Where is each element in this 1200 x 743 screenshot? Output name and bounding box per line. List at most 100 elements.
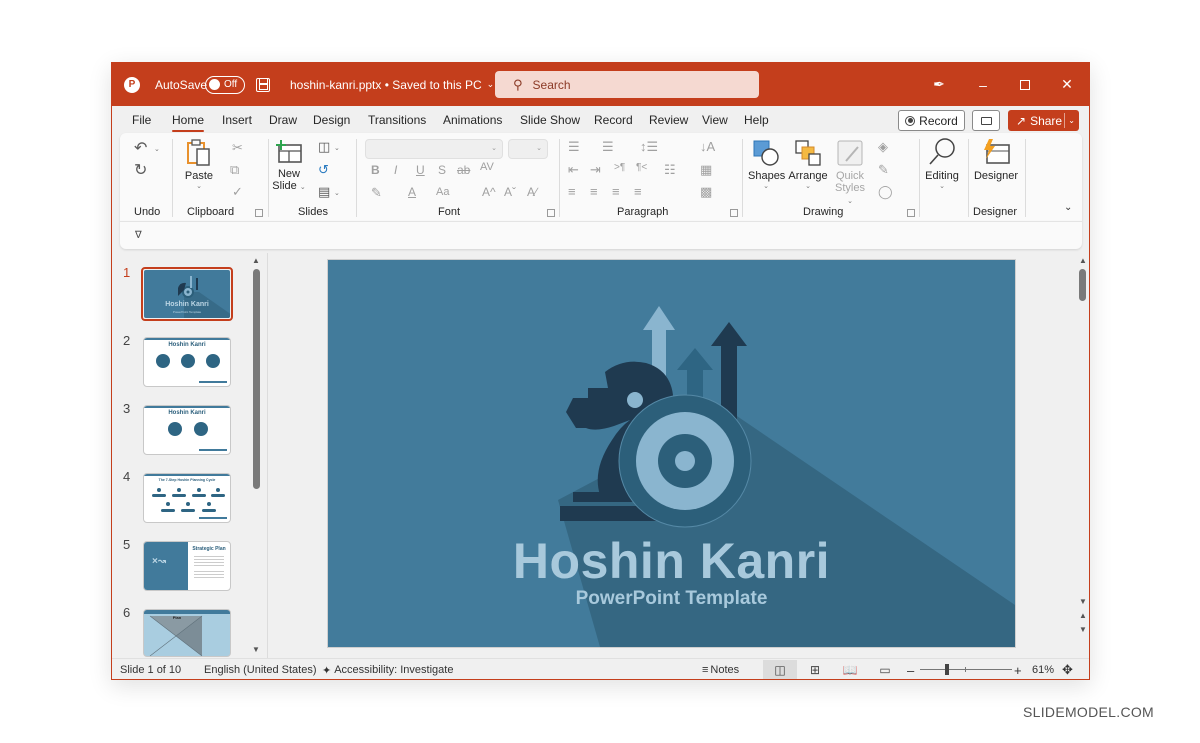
align-text-icon[interactable]: ▦ bbox=[700, 163, 712, 176]
tab-record[interactable]: Record bbox=[594, 106, 633, 133]
comments-button[interactable] bbox=[972, 110, 1000, 131]
shrink-font-button[interactable]: Aˇ bbox=[504, 186, 516, 198]
scroll-down-icon[interactable]: ▼ bbox=[1079, 597, 1087, 606]
editing-button[interactable]: Editing ⌄ bbox=[921, 137, 963, 190]
shapes-button[interactable]: Shapes ⌄ bbox=[748, 139, 785, 190]
slide-title[interactable]: Hoshin Kanri bbox=[328, 532, 1015, 590]
maximize-button[interactable] bbox=[1004, 63, 1046, 106]
rtl-icon[interactable]: ¶< bbox=[636, 163, 647, 173]
slide-canvas[interactable]: Hoshin Kanri PowerPoint Template bbox=[328, 260, 1015, 647]
dialog-launcher-icon[interactable] bbox=[730, 209, 738, 217]
clear-formatting-icon[interactable]: A∕ bbox=[527, 186, 537, 198]
zoom-slider-knob[interactable] bbox=[945, 664, 949, 675]
new-slide-button[interactable]: New Slide ⌄ bbox=[272, 139, 306, 192]
language-indicator[interactable]: English (United States) bbox=[204, 659, 317, 679]
decrease-indent-icon[interactable]: ⇤ bbox=[568, 163, 579, 176]
shape-effects-icon[interactable]: ◯ bbox=[878, 185, 893, 198]
underline-button[interactable]: U bbox=[416, 164, 425, 176]
minimize-button[interactable]: – bbox=[962, 63, 1004, 106]
slide-scrollbar[interactable]: ▲ ▼ ▲ ▼ bbox=[1076, 253, 1089, 658]
slide-subtitle[interactable]: PowerPoint Template bbox=[328, 588, 1015, 610]
numbering-icon[interactable]: ☰ bbox=[602, 140, 614, 153]
copy-icon[interactable]: ⧉ bbox=[230, 163, 239, 176]
tab-review[interactable]: Review bbox=[649, 106, 688, 133]
quick-styles-button[interactable]: Quick Styles ⌄ bbox=[832, 139, 868, 206]
reset-slide-icon[interactable]: ↺ bbox=[318, 163, 329, 176]
scroll-up-icon[interactable]: ▲ bbox=[252, 256, 260, 265]
columns-icon[interactable]: ☷ bbox=[664, 163, 676, 176]
dialog-launcher-icon[interactable] bbox=[255, 209, 263, 217]
thumbnail-slide-4[interactable]: The 7-Step Hoshin Planning Cycle bbox=[143, 473, 231, 523]
tab-home[interactable]: Home bbox=[172, 106, 205, 133]
bold-button[interactable]: B bbox=[371, 164, 380, 176]
section-icon[interactable]: ▤ bbox=[318, 185, 330, 198]
ltr-icon[interactable]: >¶ bbox=[614, 163, 625, 173]
tab-draw[interactable]: Draw bbox=[269, 106, 297, 133]
text-shadow-button[interactable]: S bbox=[438, 164, 446, 176]
tab-help[interactable]: Help bbox=[744, 106, 769, 133]
designer-button[interactable]: Designer bbox=[972, 137, 1020, 182]
slide-sorter-button[interactable]: ⊞ bbox=[798, 660, 832, 679]
next-slide-icon[interactable]: ▼ bbox=[1079, 625, 1087, 634]
tab-file[interactable]: File bbox=[132, 106, 151, 133]
increase-indent-icon[interactable]: ⇥ bbox=[590, 163, 601, 176]
search-input[interactable]: ⚲ Search bbox=[495, 71, 759, 98]
layout-icon[interactable]: ◫ bbox=[318, 140, 330, 153]
redo-icon[interactable]: ↻ bbox=[134, 163, 147, 179]
arrange-button[interactable]: Arrange ⌄ bbox=[788, 139, 828, 190]
dialog-launcher-icon[interactable] bbox=[547, 209, 555, 217]
thumbnail-slide-2[interactable]: Hoshin Kanri bbox=[143, 337, 231, 387]
tab-slide-show[interactable]: Slide Show bbox=[520, 106, 580, 133]
zoom-out-button[interactable]: – bbox=[907, 659, 914, 679]
previous-slide-icon[interactable]: ▲ bbox=[1079, 611, 1087, 620]
tab-transitions[interactable]: Transitions bbox=[368, 106, 426, 133]
character-spacing-button[interactable]: AV bbox=[480, 162, 494, 173]
change-case-button[interactable]: Aa bbox=[436, 187, 449, 198]
accessibility-status[interactable]: ✦ Accessibility: Investigate bbox=[322, 659, 453, 679]
normal-view-button[interactable]: ◫ bbox=[763, 660, 797, 679]
line-spacing-icon[interactable]: ↕☰ bbox=[640, 140, 658, 153]
font-size-dropdown[interactable]: ⌄ bbox=[508, 139, 548, 159]
dialog-launcher-icon[interactable] bbox=[907, 209, 915, 217]
scroll-down-icon[interactable]: ▼ bbox=[252, 645, 260, 654]
tab-animations[interactable]: Animations bbox=[443, 106, 502, 133]
tab-design[interactable]: Design bbox=[313, 106, 350, 133]
notes-button[interactable]: ≡ Notes bbox=[702, 659, 739, 679]
grow-font-button[interactable]: A^ bbox=[482, 186, 496, 198]
smartart-icon[interactable]: ▩ bbox=[700, 185, 712, 198]
thumbnail-slide-3[interactable]: Hoshin Kanri bbox=[143, 405, 231, 455]
paste-button[interactable]: Paste ⌄ bbox=[184, 139, 214, 199]
zoom-in-button[interactable]: + bbox=[1014, 659, 1022, 679]
fit-to-window-icon[interactable]: ✥ bbox=[1062, 659, 1073, 679]
font-name-dropdown[interactable]: ⌄ bbox=[365, 139, 503, 159]
strikethrough-button[interactable]: ab bbox=[457, 164, 470, 176]
highlight-icon[interactable]: ✎ bbox=[371, 186, 382, 199]
thumbnails-scrollbar[interactable]: ▲ ▼ bbox=[251, 253, 263, 658]
tab-view[interactable]: View bbox=[702, 106, 728, 133]
tab-insert[interactable]: Insert bbox=[222, 106, 252, 133]
italic-button[interactable]: I bbox=[394, 164, 397, 176]
shape-outline-icon[interactable]: ✎ bbox=[878, 163, 889, 176]
text-direction-icon[interactable]: ↓A bbox=[700, 140, 715, 153]
align-center-icon[interactable]: ≡ bbox=[590, 185, 598, 198]
share-button[interactable]: ↗ Share ⌄ bbox=[1008, 110, 1079, 131]
record-button[interactable]: Record bbox=[898, 110, 965, 131]
format-painter-icon[interactable]: ✓ bbox=[232, 185, 243, 198]
thumbnail-slide-6[interactable]: Plan bbox=[143, 609, 231, 657]
thumbnail-slide-1[interactable]: Hoshin Kanri PowerPoint Template bbox=[141, 267, 233, 321]
pen-icon[interactable]: ✒ bbox=[918, 63, 960, 106]
save-icon[interactable] bbox=[256, 63, 270, 106]
justify-icon[interactable]: ≡ bbox=[634, 185, 642, 198]
align-right-icon[interactable]: ≡ bbox=[612, 185, 620, 198]
zoom-slider[interactable] bbox=[920, 664, 1012, 675]
close-button[interactable]: ✕ bbox=[1046, 63, 1088, 106]
scrollbar-thumb[interactable] bbox=[1079, 269, 1086, 301]
slide-show-button[interactable]: ▭ bbox=[868, 660, 902, 679]
collapse-ribbon-icon[interactable]: ⌄ bbox=[1064, 203, 1072, 213]
thumbnail-slide-5[interactable]: ×↝ Strategic Plan bbox=[143, 541, 231, 591]
zoom-level[interactable]: 61% bbox=[1032, 659, 1054, 679]
cut-icon[interactable]: ✂ bbox=[232, 141, 243, 154]
shape-fill-icon[interactable]: ◈ bbox=[878, 140, 888, 153]
file-name-dropdown[interactable]: hoshin-kanri.pptx • Saved to this PC ⌄ bbox=[290, 63, 494, 106]
undo-icon[interactable]: ↶ bbox=[134, 141, 147, 157]
